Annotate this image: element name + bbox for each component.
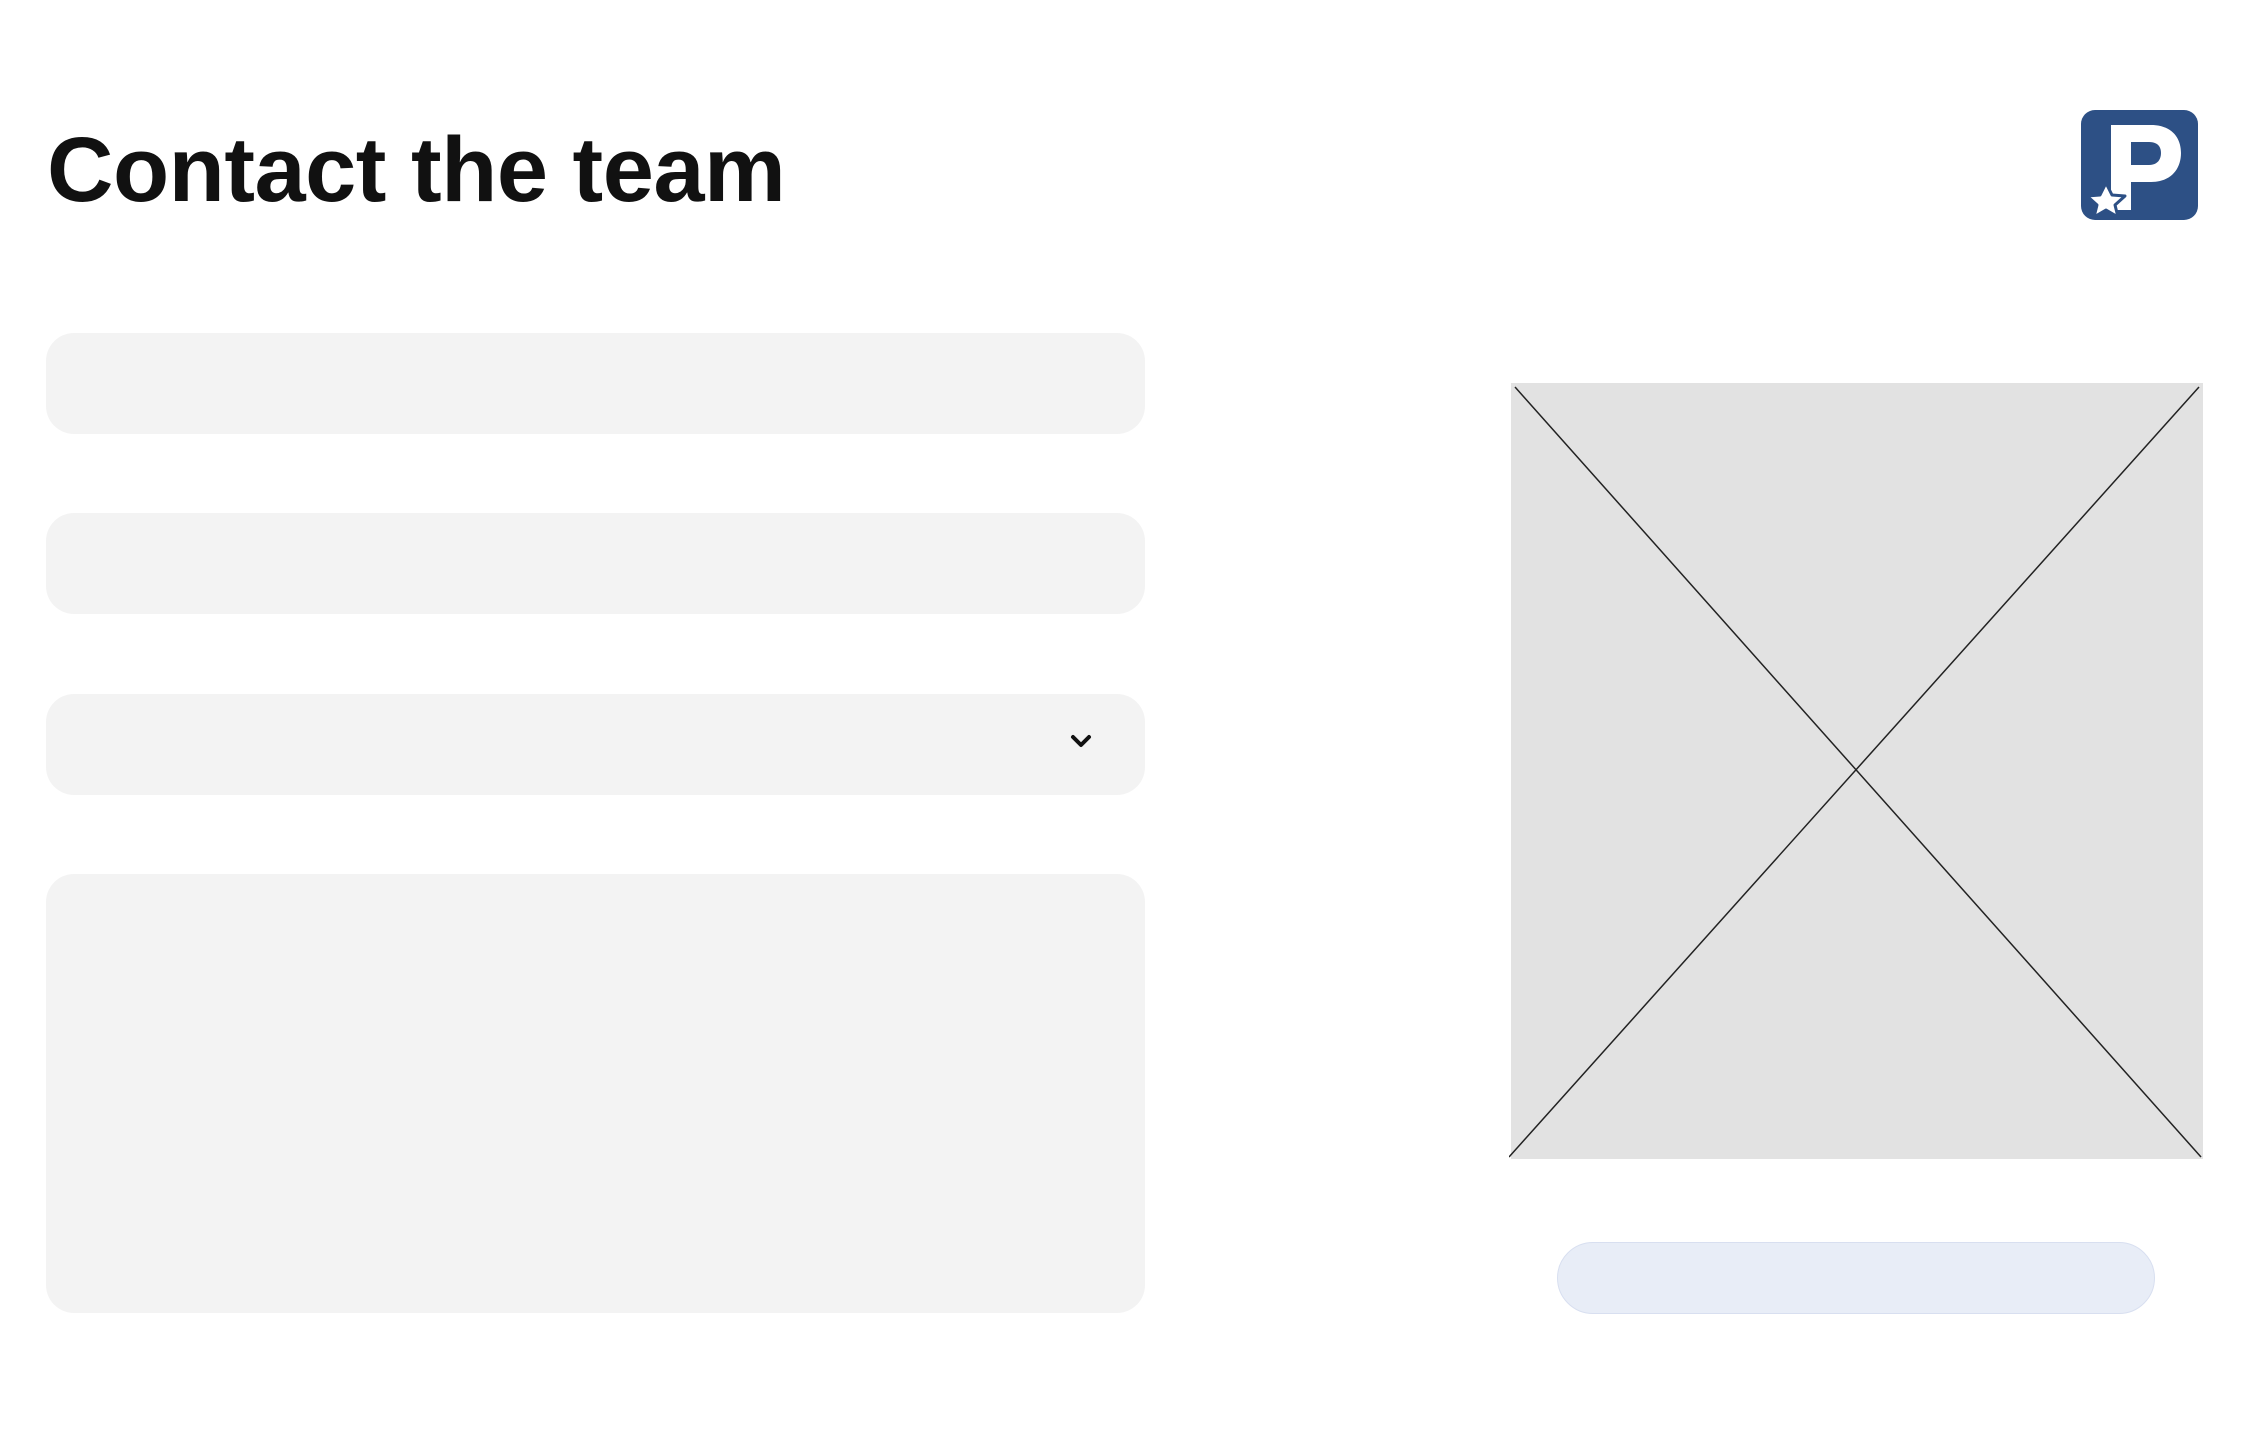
email-field[interactable] <box>46 513 1145 614</box>
contact-page: Contact the team <box>0 0 2260 1440</box>
image-placeholder <box>1508 383 2205 1159</box>
name-field[interactable] <box>46 333 1145 434</box>
submit-button[interactable] <box>1557 1242 2155 1314</box>
page-title: Contact the team <box>47 119 786 221</box>
topic-select[interactable] <box>46 694 1145 795</box>
chevron-down-icon[interactable] <box>1068 728 1094 754</box>
logo-icon <box>2081 110 2198 220</box>
message-field[interactable] <box>46 874 1145 1313</box>
